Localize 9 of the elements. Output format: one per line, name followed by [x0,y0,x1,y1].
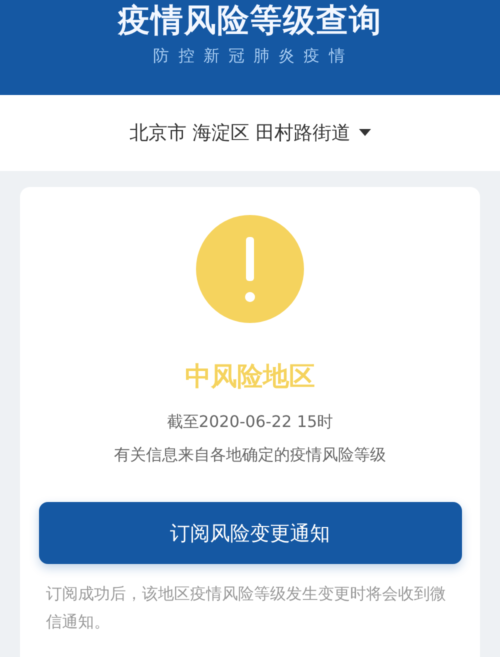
risk-level: 中风险地区 [185,361,315,394]
subscribe-note: 订阅成功后，该地区疫情风险等级发生变更时将会收到微信通知。 [46,583,447,633]
location-selector[interactable]: 北京市 海淀区 田村路街道 [129,120,351,146]
update-time: 截至2020-06-22 15时 [166,412,334,433]
subscribe-button[interactable]: 订阅风险变更通知 [38,502,462,564]
page-subtitle: 防 控 新 冠 肺 炎 疫 情 [153,46,347,67]
source-note: 有关信息来自各地确定的疫情风险等级 [114,445,386,466]
caret-icon[interactable] [358,129,371,137]
page-title: 疫情风险等级查询 [118,2,382,38]
